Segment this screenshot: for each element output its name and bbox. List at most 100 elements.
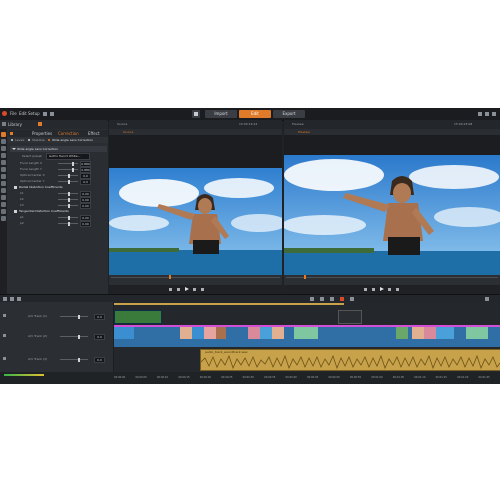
radial-value[interactable]: 0.00 — [80, 203, 91, 209]
step-back-icon[interactable] — [372, 288, 375, 291]
playhead[interactable] — [169, 275, 171, 279]
preview-mode-label[interactable]: Preview — [298, 130, 310, 134]
subtab-wide-angle[interactable]: Wide angle Lens Correction — [52, 138, 93, 142]
source-scrubber[interactable] — [109, 275, 282, 285]
properties-icon[interactable] — [1, 132, 6, 137]
slider-knob[interactable] — [78, 315, 80, 319]
tangential-checkbox[interactable] — [14, 210, 17, 213]
preview-video-frame[interactable] — [284, 155, 500, 276]
track-lane[interactable]: audio_track_soundtrack.wav — [114, 347, 500, 373]
clip-thumb[interactable] — [466, 327, 488, 339]
section-header[interactable]: Wide angle Lens Correction — [10, 146, 107, 152]
track-lock-icon[interactable] — [3, 334, 6, 337]
clip-thumb[interactable] — [294, 327, 318, 339]
clip-thumb[interactable] — [424, 327, 436, 339]
tab-edit[interactable]: Edit — [239, 110, 271, 118]
play-icon[interactable] — [185, 287, 189, 291]
audio-icon[interactable] — [1, 167, 6, 172]
track-volume-value[interactable]: 0.0 — [94, 314, 105, 320]
clip-thumb[interactable] — [216, 327, 226, 339]
track-volume-slider[interactable] — [60, 335, 88, 339]
levels-radio[interactable] — [11, 139, 13, 141]
stabilize-radio[interactable] — [28, 139, 30, 141]
clip-thumb[interactable] — [412, 327, 424, 339]
transition-icon[interactable] — [1, 153, 6, 158]
tool-icon[interactable] — [320, 297, 324, 301]
effect-icon[interactable] — [1, 146, 6, 151]
param-value[interactable]: 0.0 — [80, 179, 91, 185]
color-icon[interactable] — [1, 202, 6, 207]
music-icon[interactable] — [1, 195, 6, 200]
tangential-value[interactable]: 0.00 — [80, 221, 91, 227]
slider-knob[interactable] — [68, 192, 70, 196]
tab-correction[interactable]: Correction — [58, 131, 79, 136]
maximize-icon[interactable] — [485, 112, 489, 116]
param-slider[interactable] — [58, 168, 78, 172]
menu-setup[interactable]: Setup — [28, 111, 40, 116]
audio-clip[interactable]: audio_track_soundtrack.wav — [200, 349, 500, 371]
montage-icon[interactable] — [1, 174, 6, 179]
minimize-icon[interactable] — [478, 112, 482, 116]
timeline-ruler[interactable]: 00:00:00 00:00:05 00:00:10 00:00:15 00:00:20… — [0, 372, 500, 384]
wide-angle-radio[interactable] — [48, 139, 50, 141]
tangential-slider[interactable] — [58, 216, 78, 220]
menu-file[interactable]: File — [10, 111, 17, 116]
timeline-icon[interactable] — [3, 297, 7, 301]
playhead[interactable] — [304, 275, 306, 279]
track-lock-icon[interactable] — [3, 357, 6, 360]
clip-thumb[interactable] — [396, 327, 408, 339]
tab-import[interactable]: Import — [205, 110, 237, 118]
track-volume-value[interactable]: 0.0 — [94, 334, 105, 340]
track-lock-icon[interactable] — [3, 314, 6, 317]
record-icon[interactable] — [340, 297, 344, 301]
track-lane[interactable] — [114, 308, 500, 326]
radial-slider[interactable] — [58, 192, 78, 196]
close-icon[interactable] — [492, 112, 496, 116]
source-mode-label[interactable]: Source — [123, 130, 133, 134]
slider-knob[interactable] — [72, 162, 74, 166]
clip-thumb[interactable] — [436, 327, 454, 339]
clip-thumb[interactable] — [192, 327, 204, 339]
rewind-icon[interactable] — [169, 288, 172, 291]
menu-edit[interactable]: Edit — [19, 111, 27, 116]
radial-slider[interactable] — [58, 204, 78, 208]
preview-scrubber[interactable] — [284, 275, 500, 285]
track-volume-slider[interactable] — [60, 315, 88, 319]
play-icon[interactable] — [380, 287, 384, 291]
subtab-stabilize[interactable]: Stabilize — [32, 138, 45, 142]
track-volume-value[interactable]: 0.0 — [94, 357, 105, 363]
speed-icon[interactable] — [1, 209, 6, 214]
clip-thumb[interactable] — [114, 327, 134, 339]
slider-knob[interactable] — [68, 222, 70, 226]
zoom-icon[interactable] — [485, 297, 489, 301]
clip-thumb[interactable] — [204, 327, 216, 339]
step-forward-icon[interactable] — [388, 288, 391, 291]
param-slider[interactable] — [58, 180, 78, 184]
track-volume-slider[interactable] — [60, 358, 88, 362]
preset-dropdown[interactable]: GoPro Hero3 White... — [46, 153, 90, 160]
source-video-frame[interactable] — [109, 168, 282, 275]
undo-icon[interactable] — [43, 112, 47, 116]
fast-forward-icon[interactable] — [201, 288, 204, 291]
tool-icon[interactable] — [330, 297, 334, 301]
slider-knob[interactable] — [68, 198, 70, 202]
step-back-icon[interactable] — [177, 288, 180, 291]
step-forward-icon[interactable] — [193, 288, 196, 291]
tool-icon[interactable] — [350, 297, 354, 301]
video-clip[interactable] — [114, 310, 162, 324]
radial-slider[interactable] — [58, 198, 78, 202]
clip-thumb[interactable] — [180, 327, 192, 339]
rewind-icon[interactable] — [364, 288, 367, 291]
clip-thumb[interactable] — [248, 327, 260, 339]
slider-knob[interactable] — [68, 174, 70, 178]
tab-effect[interactable]: Effect — [88, 131, 100, 136]
tool-icon[interactable] — [310, 297, 314, 301]
tab-properties[interactable]: Properties — [32, 131, 52, 136]
clip-thumb[interactable] — [260, 327, 272, 339]
param-slider[interactable] — [58, 174, 78, 178]
magnet-icon[interactable] — [17, 297, 21, 301]
slider-knob[interactable] — [68, 216, 70, 220]
tab-export[interactable]: Export — [273, 110, 305, 118]
scrub-track[interactable] — [286, 277, 498, 278]
correction-icon[interactable] — [1, 139, 6, 144]
